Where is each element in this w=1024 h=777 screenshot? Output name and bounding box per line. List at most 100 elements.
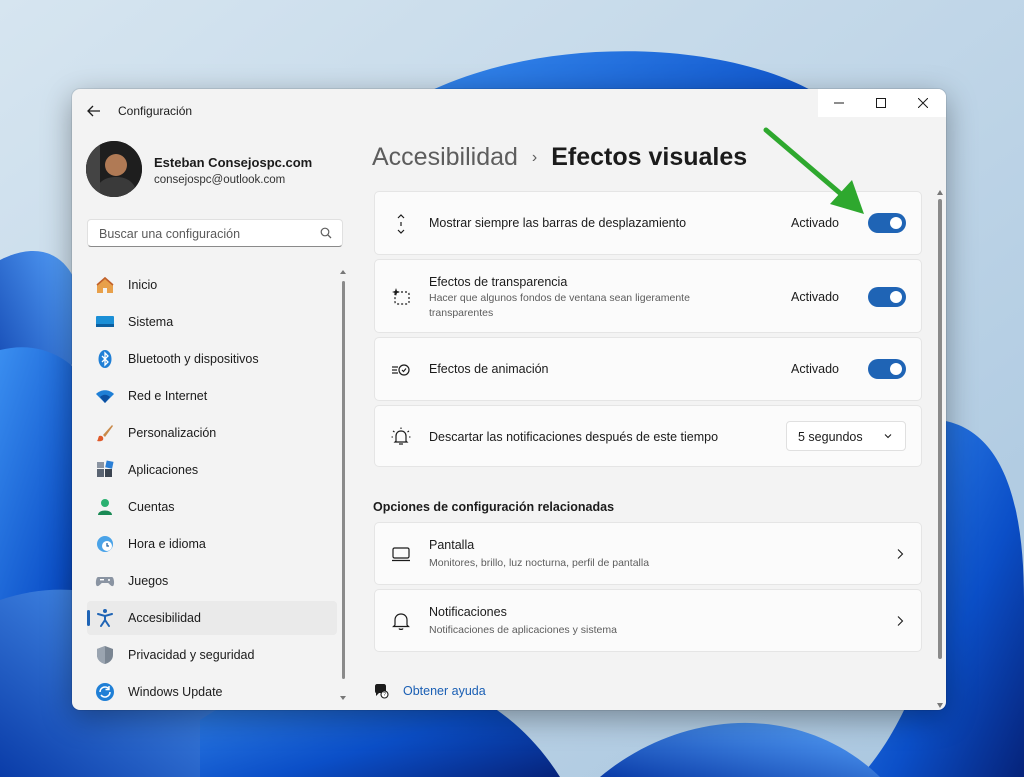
sidebar-scroll-thumb[interactable] [342,281,345,679]
scroll-up-icon [937,190,943,195]
get-help-link[interactable]: ? Obtener ayuda [373,683,486,699]
sidebar-item-label: Bluetooth y dispositivos [128,352,259,366]
search-box [87,219,343,247]
caption-buttons [818,89,946,117]
scroll-down-icon [937,703,943,708]
sidebar-item-personalizacion[interactable]: Personalización [87,416,337,450]
setting-title: Mostrar siempre las barras de desplazami… [429,216,687,230]
shield-icon [95,645,115,665]
sidebar-item-cuentas[interactable]: Cuentas [87,490,337,524]
setting-transparency: Efectos de transparencia Hacer que algun… [374,259,922,333]
sidebar-item-label: Cuentas [128,500,175,514]
related-title: Notificaciones [429,605,507,619]
apps-icon [95,460,115,480]
related-title: Pantalla [429,538,475,552]
notification-timeout-dropdown[interactable]: 5 segundos [786,421,906,451]
sidebar-item-aplicaciones[interactable]: Aplicaciones [87,453,337,487]
avatar [86,141,142,197]
breadcrumb-separator: › [531,148,538,166]
maximize-button[interactable] [860,89,902,117]
wifi-icon [95,386,115,406]
chevron-right-icon [897,549,904,559]
page-title: Efectos visuales [551,143,748,171]
sidebar-item-sistema[interactable]: Sistema [87,305,337,339]
animation-toggle[interactable] [868,359,906,379]
setting-notification-timeout: Descartar las notificaciones después de … [374,405,922,467]
sidebar-item-accesibilidad[interactable]: Accesibilidad [87,601,337,635]
sidebar-item-label: Aplicaciones [128,463,199,477]
close-button[interactable] [902,89,944,117]
app-title: Configuración [118,104,193,118]
sidebar-item-bluetooth[interactable]: Bluetooth y dispositivos [87,342,337,376]
scrollbars-toggle[interactable] [868,213,906,233]
sidebar-item-red[interactable]: Red e Internet [87,379,337,413]
user-photo-icon [86,141,142,197]
chevron-down-icon [884,434,892,439]
animation-icon [391,360,411,380]
user-profile[interactable]: Esteban Consejospc.com consejospc@outloo… [86,141,346,197]
annotation-arrow-icon [763,127,864,214]
related-description: Notificaciones de aplicaciones y sistema [429,624,617,636]
sidebar-item-label: Red e Internet [128,389,208,403]
user-name: Esteban Consejospc.com [154,155,313,170]
setting-title: Efectos de animación [429,362,549,376]
transparency-toggle[interactable] [868,287,906,307]
related-description: Monitores, brillo, luz nocturna, perfil … [429,557,650,569]
sidebar-item-hora[interactable]: Hora e idioma [87,527,337,561]
bluetooth-icon [95,349,115,369]
sidebar-item-privacidad[interactable]: Privacidad y seguridad [87,638,337,672]
chevron-right-icon [897,616,904,626]
setting-description: Hacer que algunos fondos de ventana sean… [429,292,690,319]
sidebar-item-label: Sistema [128,315,174,329]
bell-icon [391,611,411,631]
sidebar-item-label: Inicio [128,278,158,292]
scroll-down-icon [340,696,346,700]
close-icon [918,98,928,108]
sidebar-item-label: Personalización [128,426,217,440]
breadcrumb-parent[interactable]: Accesibilidad [372,143,518,172]
scrollbar-icon [391,214,411,234]
brush-icon [95,423,115,443]
main-scrollbar[interactable] [936,189,944,709]
toggle-knob [890,291,902,303]
toggle-knob [890,217,902,229]
sidebar-item-label: Hora e idioma [128,537,206,551]
back-button[interactable] [84,101,104,121]
scroll-up-icon [340,270,346,274]
sidebar-item-label: Privacidad y seguridad [128,648,255,662]
accessibility-icon [95,608,115,628]
maximize-icon [876,98,886,108]
system-icon [95,312,115,332]
svg-text:?: ? [383,692,386,698]
gamepad-icon [95,571,115,591]
notification-timer-icon [391,427,411,447]
get-help-label: Obtener ayuda [403,684,486,698]
sidebar-item-inicio[interactable]: Inicio [87,268,337,302]
minimize-icon [834,102,844,104]
sidebar-item-windows-update[interactable]: Windows Update [87,675,337,709]
search-icon[interactable] [320,227,332,239]
related-item-pantalla[interactable]: Pantalla Monitores, brillo, luz nocturna… [374,522,922,585]
main-scroll-thumb[interactable] [938,199,942,659]
related-item-notificaciones[interactable]: Notificaciones Notificaciones de aplicac… [374,589,922,652]
dropdown-value: 5 segundos [798,430,863,444]
sidebar-item-label: Juegos [128,574,169,588]
sidebar-scrollbar[interactable] [340,269,346,701]
setting-title: Efectos de transparencia [429,275,568,289]
sidebar-item-label: Accesibilidad [128,611,201,625]
setting-title: Descartar las notificaciones después de … [429,430,719,444]
back-arrow-icon [87,105,100,117]
sidebar-item-juegos[interactable]: Juegos [87,564,337,598]
sidebar-item-label: Windows Update [128,685,223,699]
related-settings-heading: Opciones de configuración relacionadas [373,500,615,514]
minimize-button[interactable] [818,89,860,117]
help-chat-icon: ? [375,684,389,699]
breadcrumb: Accesibilidad › Efectos visuales [372,143,747,172]
user-email: consejospc@outlook.com [154,174,286,186]
search-input[interactable] [97,226,311,242]
transparency-icon [391,287,411,307]
home-icon [95,275,115,295]
display-icon [391,544,411,564]
toggle-state-label: Activado [791,362,839,376]
clock-globe-icon [95,534,115,554]
